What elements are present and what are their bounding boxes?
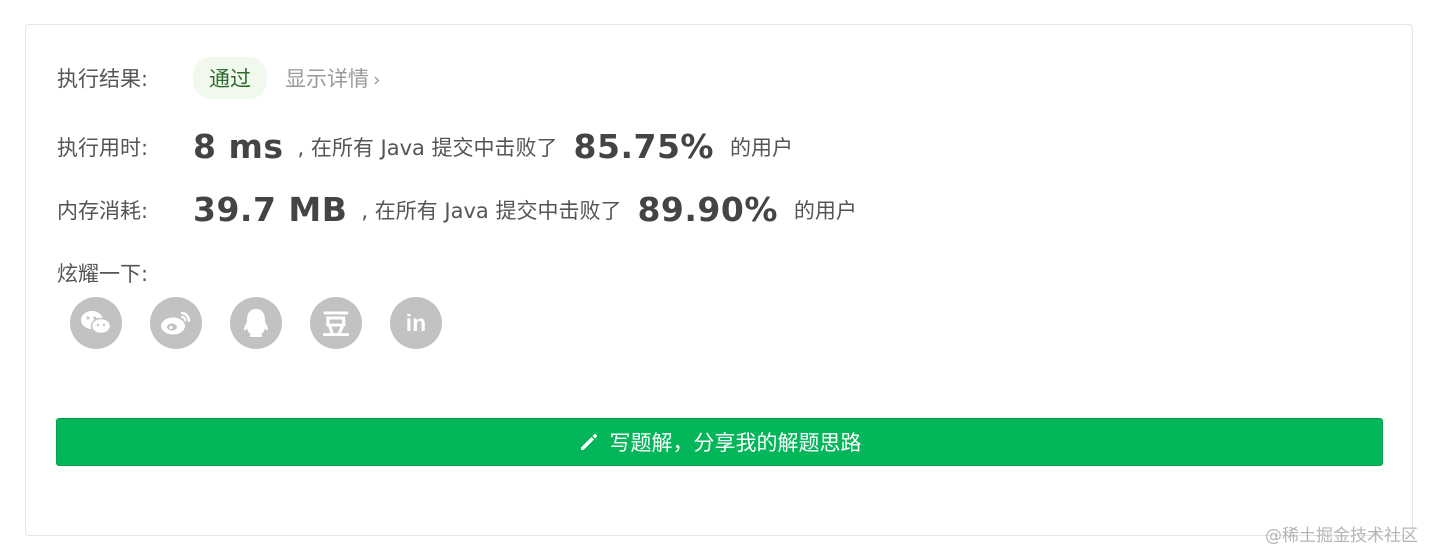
- show-details-label: 显示详情: [285, 67, 369, 91]
- runtime-suffix: 的用户: [730, 135, 793, 160]
- share-label-row: 炫耀一下:: [57, 258, 148, 288]
- share-qq-button[interactable]: [230, 297, 282, 349]
- qq-icon: [243, 309, 269, 337]
- weibo-icon: [161, 311, 191, 335]
- share-wechat-button[interactable]: [70, 297, 122, 349]
- memory-label: 内存消耗:: [57, 198, 149, 223]
- memory-percent: 89.90%: [637, 190, 778, 229]
- write-solution-label: 写题解，分享我的解题思路: [609, 431, 862, 455]
- share-douban-button[interactable]: 豆: [310, 297, 362, 349]
- memory-value: 39.7 MB: [193, 190, 348, 229]
- runtime-label: 执行用时:: [57, 135, 149, 160]
- share-label: 炫耀一下:: [57, 262, 149, 286]
- wechat-icon: [81, 311, 112, 335]
- share-linkedin-button[interactable]: in: [390, 297, 442, 349]
- write-solution-button[interactable]: 写题解，分享我的解题思路: [56, 418, 1383, 466]
- runtime-row: 执行用时: 8 ms , 在所有 Java 提交中击败了 85.75% 的用户: [57, 127, 793, 166]
- watermark: @稀土掘金技术社区: [1265, 526, 1418, 546]
- result-label: 执行结果:: [57, 67, 149, 91]
- douban-icon: 豆: [321, 308, 350, 341]
- runtime-value: 8 ms: [193, 127, 284, 166]
- submission-result-card: 执行结果: 通过 显示详情 › 执行用时: 8 ms , 在所有 Java 提交中…: [25, 24, 1413, 536]
- runtime-mid-text: , 在所有 Java 提交中击败了: [297, 135, 558, 160]
- share-buttons: 豆 in: [70, 297, 442, 349]
- status-badge: 通过: [193, 57, 267, 99]
- chevron-right-icon: ›: [373, 69, 381, 91]
- memory-mid-text: , 在所有 Java 提交中击败了: [361, 198, 622, 223]
- memory-suffix: 的用户: [793, 198, 857, 223]
- pencil-icon: [580, 434, 597, 450]
- result-row: 执行结果: 通过 显示详情 ›: [57, 57, 381, 99]
- share-weibo-button[interactable]: [150, 297, 202, 349]
- show-details-link[interactable]: 显示详情 ›: [285, 63, 381, 93]
- runtime-percent: 85.75%: [573, 127, 714, 166]
- linkedin-icon: in: [405, 309, 427, 336]
- memory-row: 内存消耗: 39.7 MB , 在所有 Java 提交中击败了 89.90% 的…: [57, 190, 857, 229]
